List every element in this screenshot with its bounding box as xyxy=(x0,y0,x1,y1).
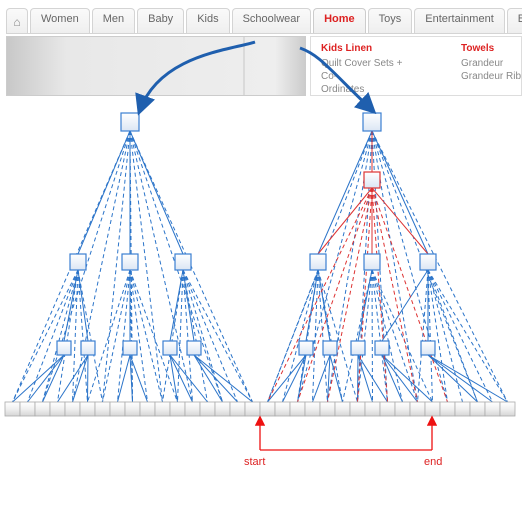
leaf-cell xyxy=(200,402,215,416)
tree-node xyxy=(121,113,139,131)
tree-edge xyxy=(13,355,65,402)
tree-node xyxy=(81,341,95,355)
tree-edge xyxy=(298,355,307,402)
leaf-cell xyxy=(155,402,170,416)
tree-edge xyxy=(178,270,184,402)
tree-node xyxy=(175,254,191,270)
tree-edge xyxy=(58,355,89,402)
tree-edge xyxy=(372,188,428,254)
leaf-cell xyxy=(50,402,65,416)
start-label: start xyxy=(244,456,265,468)
tree-edge xyxy=(313,270,319,402)
tree-node xyxy=(351,341,365,355)
leaf-cell xyxy=(140,402,155,416)
leaf-cell xyxy=(350,402,365,416)
leaf-cell xyxy=(185,402,200,416)
tree-edge xyxy=(183,270,223,402)
tree-edge xyxy=(118,355,131,402)
leaf-cell xyxy=(275,402,290,416)
tree-edge xyxy=(428,270,508,402)
tree-node xyxy=(163,341,177,355)
tree-edge xyxy=(318,188,372,254)
tree-edge xyxy=(428,355,478,402)
tree-edge xyxy=(283,355,307,402)
tree-node xyxy=(187,341,201,355)
leaf-cell xyxy=(215,402,230,416)
tree-edge xyxy=(372,131,428,254)
tree-node xyxy=(57,341,71,355)
leaf-cell xyxy=(125,402,140,416)
leaf-cell xyxy=(425,402,440,416)
tree-node xyxy=(363,113,381,131)
leaf-cell xyxy=(500,402,515,416)
tree-edge xyxy=(328,188,373,402)
tree-edge xyxy=(88,355,89,402)
tree-edge xyxy=(358,270,373,402)
tree-node xyxy=(323,341,337,355)
leaf-cell xyxy=(470,402,485,416)
tree-edge xyxy=(372,188,388,402)
tree-node xyxy=(364,254,380,270)
leaf-cell xyxy=(20,402,35,416)
tree-edge xyxy=(78,270,103,402)
leaf-cell xyxy=(290,402,305,416)
tree-diagram: start end xyxy=(0,0,522,522)
leaf-cell xyxy=(245,402,260,416)
tree-node xyxy=(123,341,137,355)
leaf-cell xyxy=(455,402,470,416)
leaf-cell xyxy=(170,402,185,416)
tree-edge xyxy=(318,131,372,254)
leaf-cell xyxy=(320,402,335,416)
leaf-cell xyxy=(65,402,80,416)
flow-arrow xyxy=(300,48,372,110)
flow-arrow xyxy=(140,42,255,110)
tree-edge xyxy=(103,270,131,402)
end-label: end xyxy=(424,456,442,468)
tree-edge xyxy=(118,270,131,402)
tree-node xyxy=(122,254,138,270)
tree-edge xyxy=(428,270,478,402)
leaf-cell xyxy=(395,402,410,416)
tree-node xyxy=(70,254,86,270)
tree-edge xyxy=(194,355,223,402)
tree-node xyxy=(364,172,380,188)
tree-edge xyxy=(130,270,178,402)
leaf-cell xyxy=(95,402,110,416)
tree-edge xyxy=(418,270,429,402)
tree-edge xyxy=(78,131,130,254)
leaf-cell xyxy=(335,402,350,416)
leaf-cell xyxy=(80,402,95,416)
tree-edge xyxy=(358,355,359,402)
tree-node xyxy=(299,341,313,355)
tree-edge xyxy=(382,355,433,402)
tree-node xyxy=(375,341,389,355)
leaf-cell xyxy=(260,402,275,416)
leaf-cell xyxy=(440,402,455,416)
tree-edge xyxy=(358,355,373,402)
tree-edge xyxy=(194,355,253,402)
leaf-cell xyxy=(485,402,500,416)
leaf-cell xyxy=(35,402,50,416)
tree-edge xyxy=(130,131,183,254)
leaf-cell xyxy=(365,402,380,416)
leaf-cell xyxy=(410,402,425,416)
leaf-cell xyxy=(380,402,395,416)
tree-edge xyxy=(372,270,403,402)
tree-node xyxy=(310,254,326,270)
tree-node xyxy=(420,254,436,270)
tree-edge xyxy=(372,131,508,402)
leaf-cell xyxy=(5,402,20,416)
tree-edge xyxy=(130,270,163,402)
tree-edge xyxy=(358,188,373,402)
tree-edge xyxy=(73,270,79,402)
tree-edge xyxy=(183,270,208,402)
tree-edge xyxy=(268,188,373,402)
leaf-cell xyxy=(230,402,245,416)
tree-node xyxy=(421,341,435,355)
tree-edge xyxy=(372,270,373,402)
tree-edge xyxy=(194,355,238,402)
tree-edge xyxy=(372,188,418,402)
leaf-cell xyxy=(110,402,125,416)
leaf-cell xyxy=(305,402,320,416)
